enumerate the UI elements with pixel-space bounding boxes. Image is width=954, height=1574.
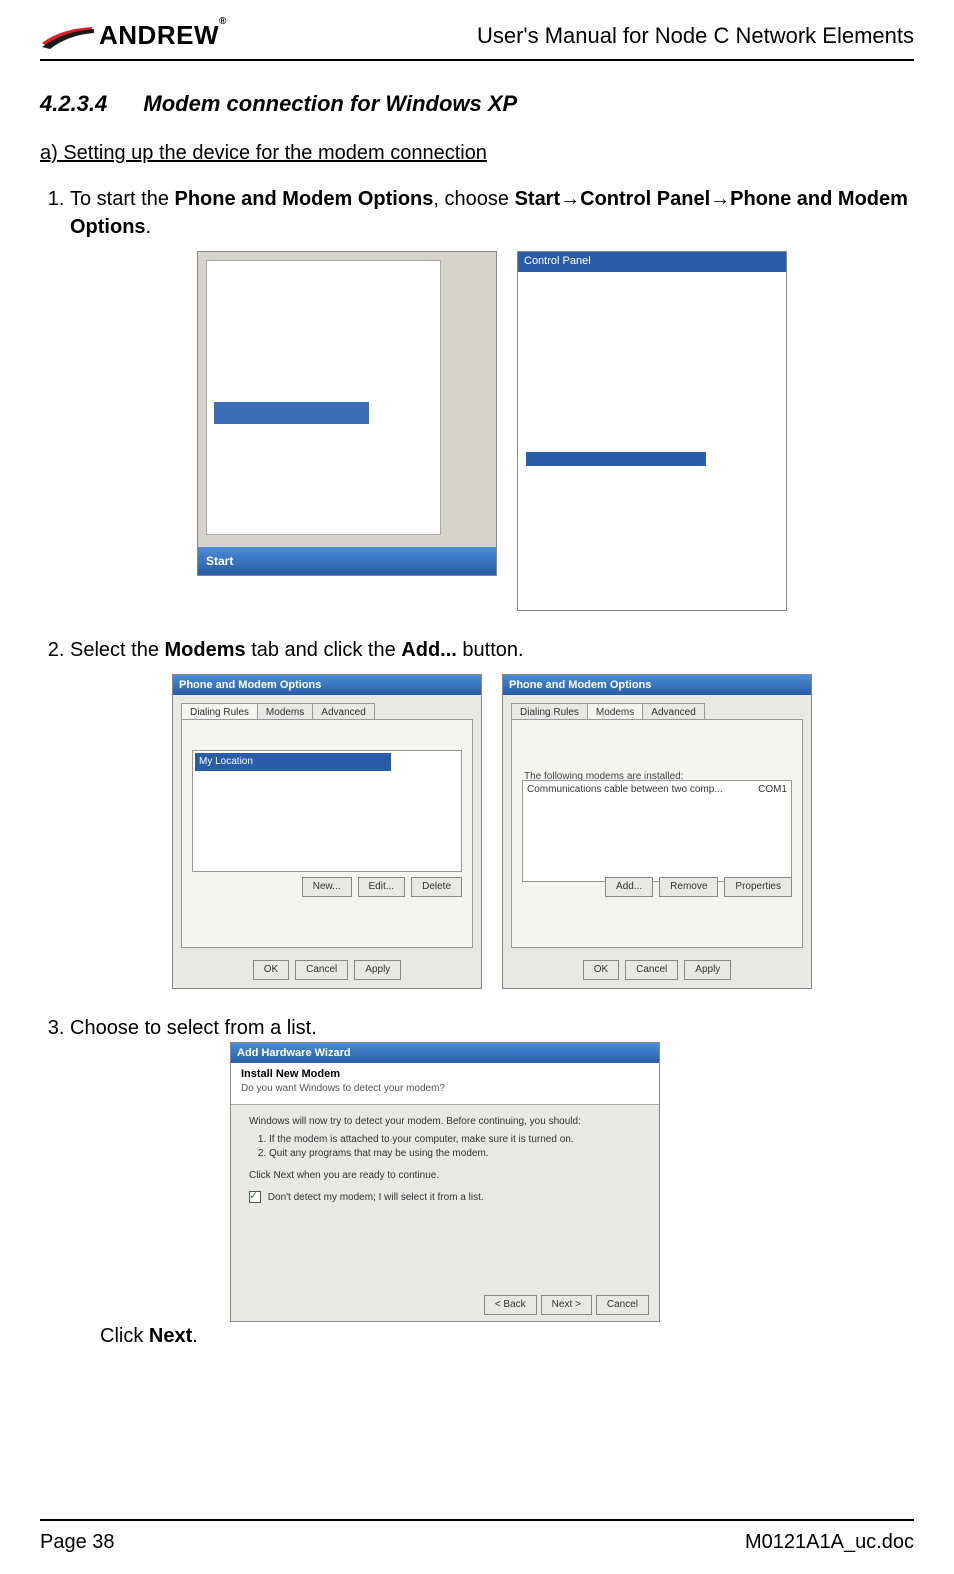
ok-button[interactable]: OK <box>583 960 619 980</box>
document-title: User's Manual for Node C Network Element… <box>477 23 914 49</box>
modem-row-port: COM1 <box>758 783 787 797</box>
delete-button[interactable]: Delete <box>411 877 462 897</box>
step-1: To start the Phone and Modem Options, ch… <box>70 185 914 611</box>
section-number: 4.2.3.4 <box>40 91 107 117</box>
cancel-button[interactable]: Cancel <box>625 960 678 980</box>
page-number: Page 38 <box>40 1531 115 1554</box>
apply-button[interactable]: Apply <box>684 960 731 980</box>
click-next-instruction: Click Next. <box>100 1322 914 1350</box>
brand-logo: ANDREW® <box>40 20 227 51</box>
cancel-button[interactable]: Cancel <box>596 1295 649 1315</box>
wizard-intro: Windows will now try to detect your mode… <box>249 1115 641 1129</box>
screenshot-dialog-modems: Phone and Modem Options Dialing Rules Mo… <box>502 674 812 989</box>
start-taskbar: Start <box>198 547 496 575</box>
page-header: ANDREW® User's Manual for Node C Network… <box>40 20 914 61</box>
section-heading: 4.2.3.4 Modem connection for Windows XP <box>40 91 914 117</box>
properties-button[interactable]: Properties <box>724 877 792 897</box>
logo-text: ANDREW® <box>99 20 227 51</box>
page-footer: Page 38 M0121A1A_uc.doc <box>40 1519 914 1554</box>
screenshot-add-hardware-wizard: Add Hardware Wizard Install New Modem Do… <box>230 1042 660 1322</box>
wizard-ready: Click Next when you are ready to continu… <box>249 1169 641 1183</box>
dialog-title: Phone and Modem Options <box>503 675 811 695</box>
doc-id: M0121A1A_uc.doc <box>745 1531 914 1554</box>
remove-button[interactable]: Remove <box>659 877 718 897</box>
location-selected[interactable]: My Location <box>195 753 391 771</box>
screenshot-dialog-dialing-rules: Phone and Modem Options Dialing Rules Mo… <box>172 674 482 989</box>
screenshot-start-menu: Start <box>197 251 497 576</box>
edit-button[interactable]: Edit... <box>358 877 406 897</box>
section-title: Modem connection for Windows XP <box>143 91 517 116</box>
wizard-heading: Install New Modem <box>241 1067 649 1082</box>
ok-button[interactable]: OK <box>253 960 289 980</box>
apply-button[interactable]: Apply <box>354 960 401 980</box>
wizard-checkbox-label: Don't detect my modem; I will select it … <box>268 1192 484 1203</box>
step-3: Choose to select from a list. Add Hardwa… <box>70 1014 914 1350</box>
wizard-checkbox-row[interactable]: Don't detect my modem; I will select it … <box>249 1191 641 1205</box>
wizard-li-1: If the modem is attached to your compute… <box>269 1133 641 1147</box>
checkbox-icon[interactable] <box>249 1191 261 1203</box>
screenshot-control-panel: Control Panel <box>517 251 787 611</box>
wizard-li-2: Quit any programs that may be using the … <box>269 1147 641 1161</box>
logo-swoosh-icon <box>40 21 95 51</box>
control-panel-title: Control Panel <box>518 252 786 272</box>
modem-row-name: Communications cable between two comp... <box>527 783 723 797</box>
next-button[interactable]: Next > <box>541 1295 592 1315</box>
wizard-title: Add Hardware Wizard <box>231 1043 659 1063</box>
back-button[interactable]: < Back <box>484 1295 537 1315</box>
dialog-title: Phone and Modem Options <box>173 675 481 695</box>
cancel-button[interactable]: Cancel <box>295 960 348 980</box>
add-button[interactable]: Add... <box>605 877 653 897</box>
subheading-a: a) Setting up the device for the modem c… <box>40 142 914 165</box>
new-button[interactable]: New... <box>302 877 352 897</box>
wizard-subheading: Do you want Windows to detect your modem… <box>241 1082 649 1096</box>
step-2: Select the Modems tab and click the Add.… <box>70 636 914 989</box>
